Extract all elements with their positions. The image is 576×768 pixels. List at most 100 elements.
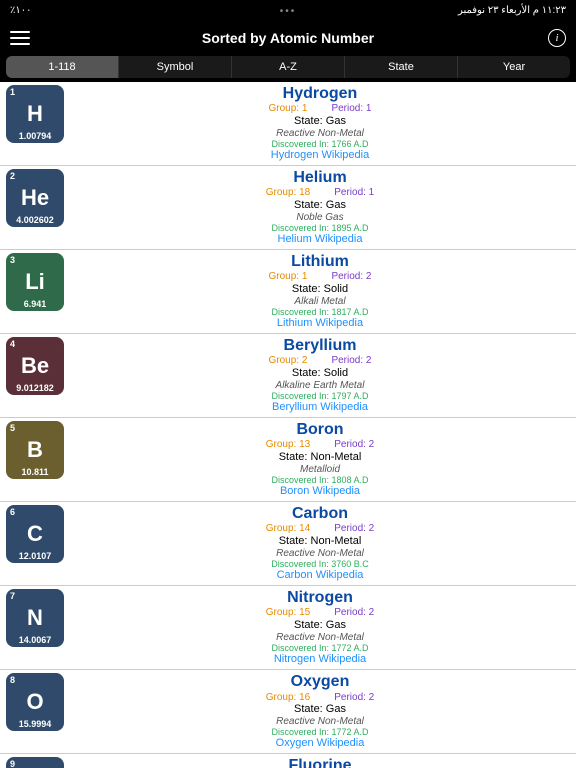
info-icon[interactable]: i bbox=[548, 29, 566, 47]
element-row[interactable]: 9F18.9984032 FluorineGroup: 17Period: 2St… bbox=[0, 754, 576, 768]
element-list[interactable]: 1 H 1.00794 HydrogenGroup: 1Period: 1State:… bbox=[0, 82, 576, 768]
element-category: Alkaline Earth Metal bbox=[72, 380, 568, 392]
wikipedia-link[interactable]: Beryllium Wikipedia bbox=[72, 401, 568, 414]
element-name: Oxygen bbox=[72, 673, 568, 691]
atomic-number: 8 bbox=[10, 675, 15, 685]
element-name: Nitrogen bbox=[72, 589, 568, 607]
element-row[interactable]: 5 B 10.811 BoronGroup: 13Period: 2State: No… bbox=[0, 418, 576, 502]
atomic-mass: 6.941 bbox=[6, 299, 64, 309]
element-discovered: Discovered In: 1817 A.D bbox=[72, 307, 568, 317]
element-details: BerylliumGroup: 2Period: 2State: SolidAl… bbox=[72, 337, 568, 414]
menu-icon[interactable] bbox=[10, 31, 30, 45]
element-details: FluorineGroup: 17Period: 2State: GasReac… bbox=[72, 757, 568, 768]
group-period: Group: 16Period: 2 bbox=[72, 692, 568, 704]
element-row[interactable]: 1 H 1.00794 HydrogenGroup: 1Period: 1State:… bbox=[0, 82, 576, 166]
element-category: Reactive Non-Metal bbox=[72, 548, 568, 560]
group-period: Group: 1Period: 2 bbox=[72, 271, 568, 283]
group-period: Group: 13Period: 2 bbox=[72, 439, 568, 451]
element-symbol: Be bbox=[21, 355, 49, 377]
element-tile: 4 Be 9.012182 bbox=[6, 337, 64, 395]
element-row[interactable]: 4 Be 9.012182 BerylliumGroup: 2Period: 2Sta… bbox=[0, 334, 576, 418]
atomic-number: 6 bbox=[10, 507, 15, 517]
element-details: BoronGroup: 13Period: 2State: Non-MetalM… bbox=[72, 421, 568, 498]
element-row[interactable]: 8O15.9994OxygenGroup: 16Period: 2State: … bbox=[0, 670, 576, 754]
element-name: Helium bbox=[72, 169, 568, 187]
element-details: OxygenGroup: 16Period: 2State: GasReacti… bbox=[72, 673, 568, 750]
element-symbol: N bbox=[27, 607, 43, 629]
atomic-number: 1 bbox=[10, 87, 15, 97]
segment-year[interactable]: Year bbox=[458, 56, 570, 78]
group-period: Group: 14Period: 2 bbox=[72, 523, 568, 535]
atomic-number: 5 bbox=[10, 423, 15, 433]
element-tile: 5 B 10.811 bbox=[6, 421, 64, 479]
element-tile: 2He4.002602 bbox=[6, 169, 64, 227]
element-category: Reactive Non-Metal bbox=[72, 716, 568, 728]
element-category: Reactive Non-Metal bbox=[72, 632, 568, 644]
element-name: Lithium bbox=[72, 253, 568, 271]
element-symbol: H bbox=[27, 103, 43, 125]
element-symbol: O bbox=[26, 691, 43, 713]
element-details: HydrogenGroup: 1Period: 1State: GasReact… bbox=[72, 85, 568, 162]
group-period: Group: 15Period: 2 bbox=[72, 607, 568, 619]
element-discovered: Discovered In: 1808 A.D bbox=[72, 475, 568, 485]
wikipedia-link[interactable]: Nitrogen Wikipedia bbox=[72, 653, 568, 666]
element-tile: 6C12.0107 bbox=[6, 505, 64, 563]
element-symbol: He bbox=[21, 187, 49, 209]
element-row[interactable]: 2He4.002602HeliumGroup: 18Period: 1State… bbox=[0, 166, 576, 250]
element-row[interactable]: 6C12.0107CarbonGroup: 14Period: 2State: … bbox=[0, 502, 576, 586]
segment-1-118[interactable]: 1-118 bbox=[6, 56, 119, 78]
atomic-number: 9 bbox=[10, 759, 15, 768]
element-details: NitrogenGroup: 15Period: 2State: GasReac… bbox=[72, 589, 568, 666]
element-symbol: Li bbox=[25, 271, 45, 293]
element-discovered: Discovered In: 3760 B.C bbox=[72, 559, 568, 569]
element-tile: 7 N 14.0067 bbox=[6, 589, 64, 647]
element-discovered: Discovered In: 1895 A.D bbox=[72, 223, 568, 233]
element-tile: 8O15.9994 bbox=[6, 673, 64, 731]
element-tile: 3 Li 6.941 bbox=[6, 253, 64, 311]
group-period: Group: 18Period: 1 bbox=[72, 187, 568, 199]
element-state: State: Solid bbox=[72, 283, 568, 296]
wikipedia-link[interactable]: Hydrogen Wikipedia bbox=[72, 149, 568, 162]
segmented-control[interactable]: 1-118SymbolA-ZStateYear bbox=[0, 56, 576, 82]
wikipedia-link[interactable]: Helium Wikipedia bbox=[72, 233, 568, 246]
atomic-mass: 9.012182 bbox=[6, 383, 64, 393]
element-tile: 9F18.9984032 bbox=[6, 757, 64, 768]
element-state: State: Non-Metal bbox=[72, 451, 568, 464]
element-name: Fluorine bbox=[72, 757, 568, 768]
wikipedia-link[interactable]: Carbon Wikipedia bbox=[72, 569, 568, 582]
element-category: Noble Gas bbox=[72, 212, 568, 224]
element-discovered: Discovered In: 1772 A.D bbox=[72, 643, 568, 653]
element-symbol: C bbox=[27, 523, 43, 545]
nav-bar: ••• Sorted by Atomic Number i bbox=[0, 20, 576, 56]
element-details: HeliumGroup: 18Period: 1State: GasNoble … bbox=[72, 169, 568, 246]
element-details: CarbonGroup: 14Period: 2State: Non-Metal… bbox=[72, 505, 568, 582]
element-state: State: Gas bbox=[72, 703, 568, 716]
element-tile: 1 H 1.00794 bbox=[6, 85, 64, 143]
element-row[interactable]: 7 N 14.0067 NitrogenGroup: 15Period: 2State… bbox=[0, 586, 576, 670]
element-category: Reactive Non-Metal bbox=[72, 128, 568, 140]
wikipedia-link[interactable]: Oxygen Wikipedia bbox=[72, 737, 568, 750]
element-category: Alkali Metal bbox=[72, 296, 568, 308]
element-discovered: Discovered In: 1797 A.D bbox=[72, 391, 568, 401]
page-title: Sorted by Atomic Number bbox=[0, 30, 576, 46]
element-details: LithiumGroup: 1Period: 2State: SolidAlka… bbox=[72, 253, 568, 330]
element-symbol: B bbox=[27, 439, 43, 461]
atomic-number: 3 bbox=[10, 255, 15, 265]
wikipedia-link[interactable]: Boron Wikipedia bbox=[72, 485, 568, 498]
multitask-indicator: ••• bbox=[0, 6, 576, 17]
wikipedia-link[interactable]: Lithium Wikipedia bbox=[72, 317, 568, 330]
group-period: Group: 2Period: 2 bbox=[72, 355, 568, 367]
atomic-mass: 14.0067 bbox=[6, 635, 64, 645]
segment-symbol[interactable]: Symbol bbox=[119, 56, 232, 78]
element-state: State: Gas bbox=[72, 115, 568, 128]
atomic-number: 4 bbox=[10, 339, 15, 349]
atomic-number: 7 bbox=[10, 591, 15, 601]
element-name: Beryllium bbox=[72, 337, 568, 355]
element-row[interactable]: 3 Li 6.941 LithiumGroup: 1Period: 2State: S… bbox=[0, 250, 576, 334]
atomic-mass: 10.811 bbox=[6, 467, 64, 477]
atomic-mass: 1.00794 bbox=[6, 131, 64, 141]
segment-a-z[interactable]: A-Z bbox=[232, 56, 345, 78]
segment-state[interactable]: State bbox=[345, 56, 458, 78]
element-discovered: Discovered In: 1766 A.D bbox=[72, 139, 568, 149]
element-state: State: Gas bbox=[72, 619, 568, 632]
